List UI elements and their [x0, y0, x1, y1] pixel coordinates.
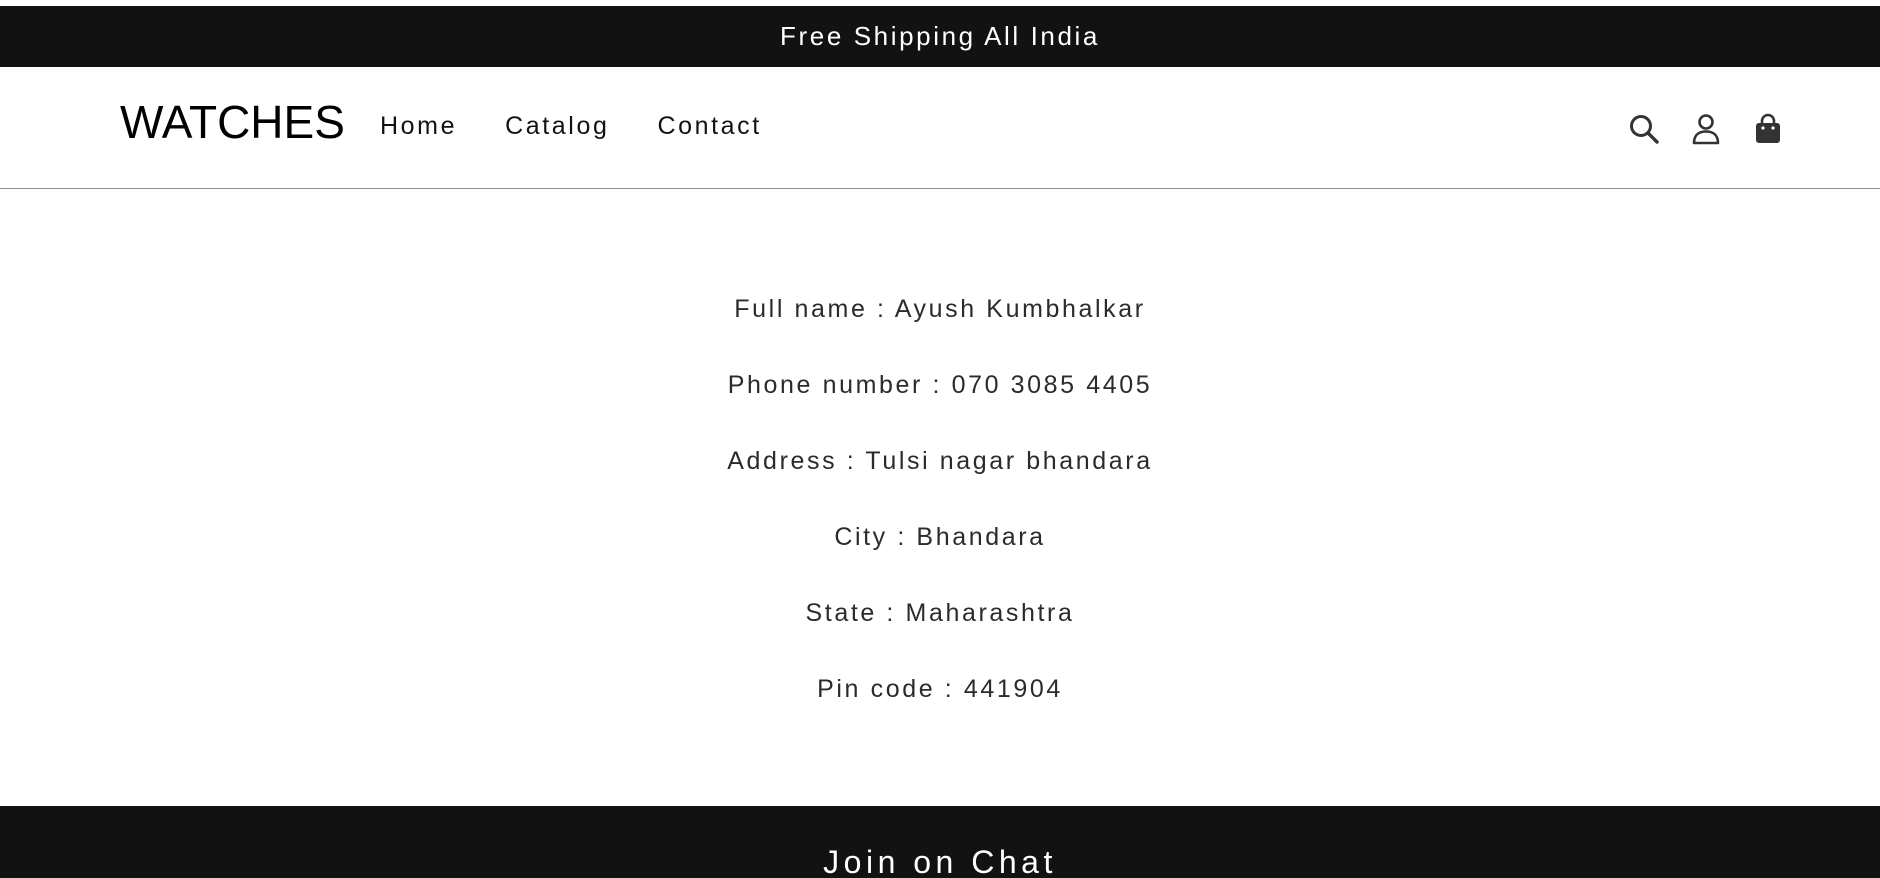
page: Free Shipping All India WATCHES Home Cat…	[0, 0, 1880, 878]
announcement-bar: Free Shipping All India	[0, 6, 1880, 67]
address-text: Address : Tulsi nagar bhandara	[727, 447, 1153, 475]
search-icon[interactable]	[1626, 111, 1662, 147]
pin-code-text: Pin code : 441904	[817, 675, 1063, 703]
phone-number-text: Phone number : 070 3085 4405	[727, 371, 1153, 399]
announcement-text: Free Shipping All India	[780, 21, 1100, 51]
nav-contact[interactable]: Contact	[657, 114, 761, 139]
nav-home[interactable]: Home	[380, 114, 457, 139]
address-details: Full name : Ayush Kumbhalkar Phone numbe…	[0, 189, 1880, 806]
footer: Join on Chat	[0, 806, 1880, 878]
site-logo[interactable]: WATCHES	[120, 99, 345, 145]
nav-catalog[interactable]: Catalog	[505, 114, 609, 139]
account-icon[interactable]	[1688, 111, 1724, 147]
city-text: City : Bhandara	[834, 523, 1046, 551]
site-header: WATCHES Home Catalog Contact	[0, 67, 1880, 189]
header-icons	[1626, 111, 1786, 147]
footer-title: Join on Chat	[823, 844, 1057, 878]
main-nav: Home Catalog Contact	[380, 114, 810, 139]
state-text: State : Maharashtra	[805, 599, 1075, 627]
full-name-text: Full name : Ayush Kumbhalkar	[734, 295, 1146, 323]
cart-icon[interactable]	[1750, 111, 1786, 147]
